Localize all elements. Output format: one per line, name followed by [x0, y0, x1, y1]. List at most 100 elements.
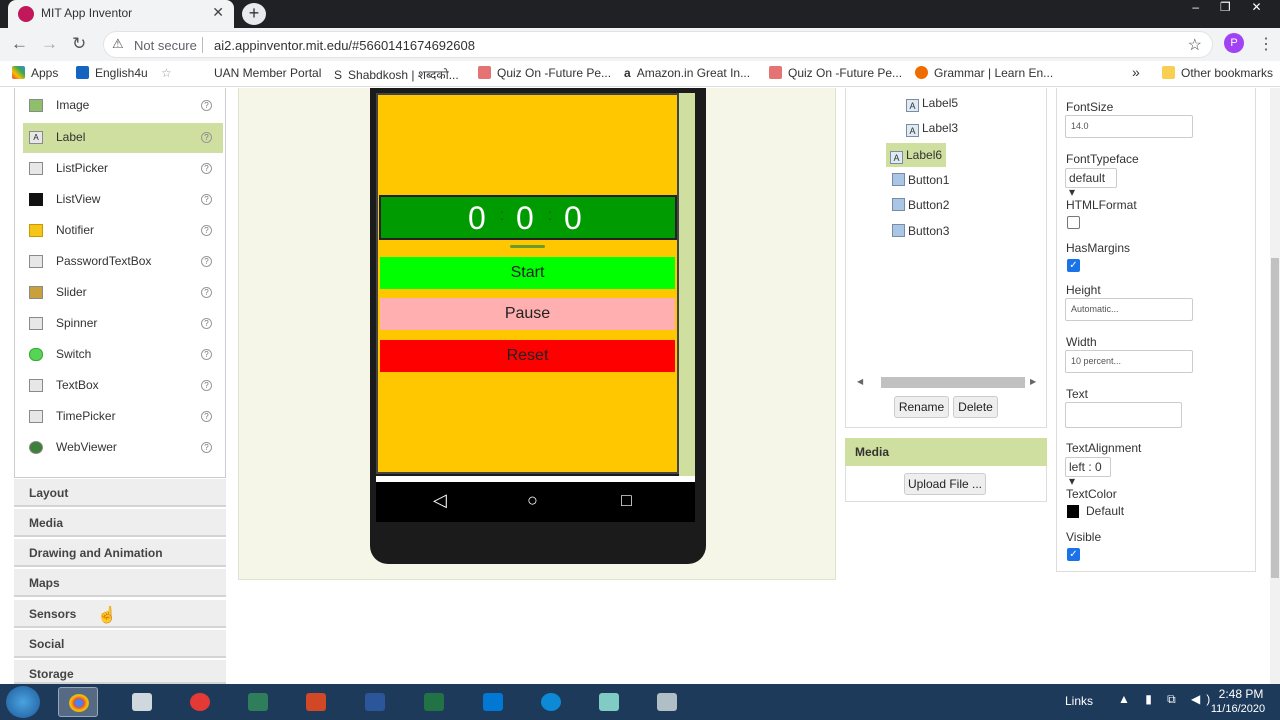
home-circle-icon[interactable]: ○ — [527, 490, 538, 511]
back-arrow-icon[interactable]: ← — [11, 34, 28, 54]
help-icon[interactable]: ? — [201, 163, 212, 174]
scroll-left-icon[interactable]: ◀ — [857, 377, 863, 386]
tree-item-label5[interactable]: A Label5 — [906, 96, 958, 120]
maximize-icon[interactable]: ❐ — [1220, 0, 1231, 20]
tree-item-button1[interactable]: Button1 — [892, 173, 949, 197]
drawer-layout[interactable]: Layout — [14, 479, 226, 507]
tree-item-label3[interactable]: A Label3 — [906, 121, 958, 145]
page-vertical-scrollbar[interactable] — [1270, 88, 1280, 684]
bookmark-star-icon[interactable]: ☆ — [1188, 35, 1202, 55]
clock-date[interactable]: 11/16/2020 — [1206, 703, 1270, 715]
drawer-drawing-animation[interactable]: Drawing and Animation — [14, 539, 226, 567]
bookmark-uan[interactable]: UAN Member Portal — [214, 66, 321, 80]
palette-item-spinner[interactable]: Spinner? — [23, 309, 223, 339]
palette-item-listview[interactable]: ListView? — [23, 185, 223, 215]
windows-start-icon[interactable] — [6, 686, 40, 718]
tree-item-button3[interactable]: Button3 — [892, 224, 949, 248]
address-bar[interactable]: ⚠ Not secure ai2.appinventor.mit.edu/#56… — [103, 31, 1213, 58]
width-input[interactable]: 10 percent... — [1065, 350, 1193, 373]
clock-time[interactable]: 2:48 PM — [1216, 687, 1266, 701]
notes-taskbar-icon[interactable] — [589, 687, 629, 717]
browser-tab[interactable]: MIT App Inventor ✕ — [8, 0, 234, 28]
reset-button[interactable]: Reset — [380, 340, 675, 372]
pause-button[interactable]: Pause — [380, 298, 675, 330]
help-icon[interactable]: ? — [201, 318, 212, 329]
reload-icon[interactable]: ↻ — [72, 34, 86, 54]
links-toolbar[interactable]: Links — [1065, 694, 1093, 708]
help-icon[interactable]: ? — [201, 411, 212, 422]
minimize-icon[interactable]: – — [1192, 0, 1199, 20]
publisher-taskbar-icon[interactable] — [238, 687, 278, 717]
palette-item-switch[interactable]: Switch? — [23, 340, 223, 370]
minutes-label[interactable]: 0 — [516, 200, 534, 237]
tree-horizontal-scrollbar[interactable]: ◀ ▶ — [855, 377, 1037, 389]
delete-button[interactable]: Delete — [953, 396, 998, 418]
powerpoint-taskbar-icon[interactable] — [296, 687, 336, 717]
hours-label[interactable]: 0 — [468, 200, 486, 237]
htmlformat-checkbox[interactable] — [1067, 216, 1080, 229]
bookmark-quiz-1[interactable]: Quiz On -Future Pe... — [478, 66, 611, 80]
rename-button[interactable]: Rename — [894, 396, 949, 418]
profile-avatar[interactable]: P — [1224, 33, 1244, 53]
forward-arrow-icon[interactable]: → — [41, 34, 58, 54]
upload-file-button[interactable]: Upload File ... — [904, 473, 986, 495]
drawer-media[interactable]: Media — [14, 509, 226, 537]
chrome-taskbar-icon[interactable] — [58, 687, 98, 717]
hasmargins-checkbox[interactable]: ✓ — [1067, 259, 1080, 272]
scroll-thumb[interactable] — [881, 377, 1025, 388]
drawer-social[interactable]: Social — [14, 630, 226, 658]
help-icon[interactable]: ? — [201, 100, 212, 111]
help-icon[interactable]: ? — [201, 194, 212, 205]
bookmark-grammar[interactable]: Grammar | Learn En... — [915, 66, 1053, 80]
close-tab-icon[interactable]: ✕ — [212, 4, 224, 21]
other-bookmarks[interactable]: Other bookmarks — [1162, 66, 1273, 80]
help-icon[interactable]: ? — [201, 225, 212, 236]
help-icon[interactable]: ? — [201, 132, 212, 143]
bookmark-english4u[interactable]: English4u — [76, 66, 148, 80]
back-triangle-icon[interactable]: ◁ — [433, 490, 447, 511]
security-label[interactable]: Not secure — [134, 38, 197, 53]
warning-icon[interactable]: ⚠ — [112, 36, 124, 52]
timer-bar[interactable]: 0 : 0 : 0 — [379, 195, 677, 240]
vscode-taskbar-icon[interactable] — [473, 687, 513, 717]
drawer-storage[interactable]: Storage — [14, 660, 226, 684]
palette-item-image[interactable]: Image? — [23, 91, 223, 121]
excel-taskbar-icon[interactable] — [414, 687, 454, 717]
seconds-label[interactable]: 0 — [564, 200, 582, 237]
help-icon[interactable]: ? — [201, 256, 212, 267]
visible-checkbox[interactable]: ✓ — [1067, 548, 1080, 561]
height-input[interactable]: Automatic... — [1065, 298, 1193, 321]
text-textarea[interactable] — [1065, 402, 1182, 428]
scroll-thumb[interactable] — [1271, 258, 1279, 578]
bookmark-apps[interactable]: Apps — [12, 66, 58, 80]
fonttypeface-select[interactable]: default ▾ — [1065, 168, 1117, 199]
textalignment-select[interactable]: left : 0 ▾ — [1065, 457, 1111, 488]
palette-item-notifier[interactable]: Notifier? — [23, 216, 223, 246]
help-icon[interactable]: ? — [201, 442, 212, 453]
drawer-sensors[interactable]: Sensors — [14, 600, 226, 628]
palette-item-timepicker[interactable]: TimePicker? — [23, 402, 223, 432]
close-window-icon[interactable]: ✕ — [1252, 0, 1262, 20]
tray-icons[interactable]: ▲ ▮ ⧉ ◀) — [1118, 692, 1216, 707]
tree-item-button2[interactable]: Button2 — [892, 198, 949, 222]
palette-item-webviewer[interactable]: WebViewer? — [23, 433, 223, 463]
scroll-right-icon[interactable]: ▶ — [1030, 377, 1036, 386]
help-icon[interactable]: ? — [201, 380, 212, 391]
help-icon[interactable]: ? — [201, 349, 212, 360]
palette-item-passwordtextbox[interactable]: PasswordTextBox? — [23, 247, 223, 277]
tree-item-label6[interactable]: A Label6 — [886, 143, 947, 167]
palette-item-listpicker[interactable]: ListPicker? — [23, 154, 223, 184]
edge-taskbar-icon[interactable] — [531, 687, 571, 717]
fontsize-input[interactable]: 14.0 — [1065, 115, 1193, 138]
textcolor-swatch[interactable] — [1067, 505, 1079, 518]
bookmark-shabdkosh[interactable]: S Shabdkosh | शब्दको... — [334, 66, 459, 83]
bookmark-star-icon-2[interactable]: ☆ — [161, 66, 172, 80]
screen-capture-taskbar-icon[interactable] — [122, 687, 162, 717]
word-taskbar-icon[interactable] — [355, 687, 395, 717]
palette-item-textbox[interactable]: TextBox? — [23, 371, 223, 401]
bookmark-amazon[interactable]: a Amazon.in Great In... — [624, 66, 750, 80]
palette-item-label[interactable]: A Label? — [23, 123, 223, 153]
bookmark-quiz-2[interactable]: Quiz On -Future Pe... — [769, 66, 902, 80]
menu-kebab-icon[interactable]: ⋮ — [1258, 34, 1274, 54]
url-text[interactable]: ai2.appinventor.mit.edu/#566014167469260… — [214, 38, 475, 53]
